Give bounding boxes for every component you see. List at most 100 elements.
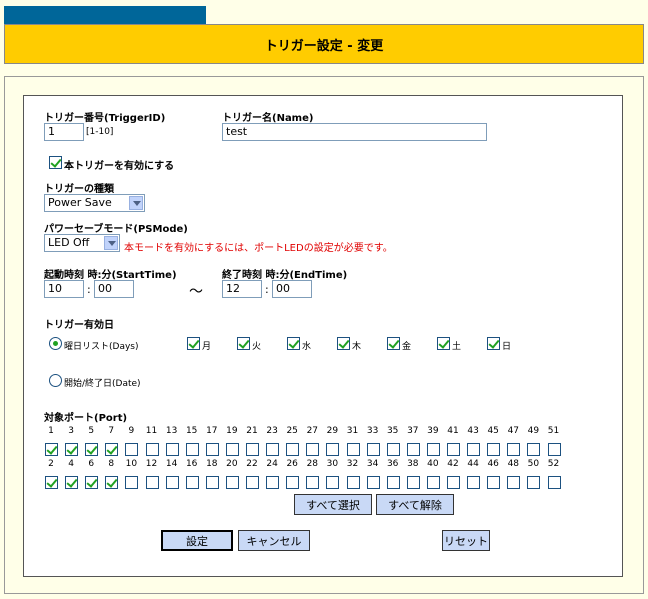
port-checkbox[interactable]: [507, 443, 521, 456]
port-checkbox[interactable]: [527, 443, 541, 456]
port-checkbox[interactable]: [185, 443, 199, 456]
port-number: 44: [467, 459, 479, 469]
port-checkbox[interactable]: [447, 443, 460, 456]
psmode-select[interactable]: LED Off: [44, 234, 120, 252]
start-minute-input[interactable]: 00: [94, 280, 134, 298]
port-number: 21: [246, 426, 258, 436]
day-mon-checkbox[interactable]: [187, 337, 200, 350]
end-hour-input[interactable]: 12: [222, 280, 262, 298]
port-checkbox[interactable]: [85, 476, 99, 489]
port-checkbox[interactable]: [346, 443, 360, 456]
port-number: 36: [386, 459, 399, 469]
port-checkbox[interactable]: [266, 443, 280, 456]
end-minute-input[interactable]: 00: [272, 280, 312, 298]
date-range-radio[interactable]: [49, 374, 62, 387]
port-checkbox[interactable]: [85, 443, 99, 456]
port-checkbox[interactable]: [266, 476, 280, 489]
day-sun-checkbox[interactable]: [487, 337, 500, 350]
port-checkbox[interactable]: [447, 476, 460, 489]
port-checkbox[interactable]: [45, 476, 58, 489]
port-number: 41: [447, 426, 459, 436]
port-checkbox[interactable]: [487, 443, 501, 456]
port-number: 6: [88, 459, 95, 469]
cancel-button[interactable]: キャンセル: [238, 530, 310, 551]
reset-button[interactable]: リセット: [442, 530, 490, 551]
port-checkbox[interactable]: [487, 476, 501, 489]
port-checkbox[interactable]: [426, 476, 440, 489]
port-checkbox[interactable]: [346, 476, 360, 489]
port-checkbox[interactable]: [527, 476, 541, 489]
port-checkbox[interactable]: [286, 443, 300, 456]
port-checkbox[interactable]: [326, 476, 340, 489]
select-all-button[interactable]: すべて選択: [294, 494, 372, 515]
port-number: 2: [48, 459, 54, 469]
port-number: 10: [125, 459, 138, 469]
date-range-label: 開始/終了日(Date): [64, 379, 141, 389]
trigger-type-select[interactable]: Power Save: [44, 194, 145, 212]
port-number: 42: [447, 459, 459, 469]
port-checkbox[interactable]: [145, 443, 159, 456]
time-range-tilde: ～: [189, 284, 203, 300]
port-checkbox[interactable]: [326, 443, 340, 456]
port-checkbox[interactable]: [547, 476, 561, 489]
trigger-id-input[interactable]: 1: [44, 123, 84, 141]
port-checkbox[interactable]: [246, 443, 259, 456]
day-wed-checkbox[interactable]: [287, 337, 300, 350]
port-number: 24: [266, 459, 278, 469]
port-number: 40: [427, 459, 439, 469]
port-number: 27: [306, 426, 319, 436]
trigger-name-input[interactable]: test: [222, 123, 487, 141]
day-tue-checkbox[interactable]: [237, 337, 250, 350]
port-checkbox[interactable]: [246, 476, 259, 489]
port-checkbox[interactable]: [306, 476, 320, 489]
port-checkbox[interactable]: [366, 443, 380, 456]
port-number: 52: [547, 459, 560, 469]
port-checkbox[interactable]: [426, 443, 440, 456]
port-checkbox[interactable]: [65, 476, 79, 489]
port-number: 31: [346, 426, 359, 436]
port-checkbox[interactable]: [125, 443, 139, 456]
port-checkbox[interactable]: [165, 476, 179, 489]
port-checkbox[interactable]: [145, 476, 159, 489]
port-checkbox[interactable]: [306, 443, 320, 456]
port-checkbox[interactable]: [205, 443, 219, 456]
port-checkbox[interactable]: [406, 443, 420, 456]
port-checkbox[interactable]: [507, 476, 521, 489]
port-number: 3: [68, 426, 74, 436]
port-checkbox[interactable]: [65, 443, 79, 456]
days-list-radio[interactable]: [49, 337, 62, 350]
port-checkbox[interactable]: [467, 476, 481, 489]
days-list-label: 曜日リスト(Days): [64, 342, 139, 352]
port-checkbox[interactable]: [125, 476, 139, 489]
clear-all-button[interactable]: すべて解除: [376, 494, 454, 515]
port-checkbox[interactable]: [185, 476, 199, 489]
port-number: 17: [206, 426, 218, 436]
port-checkbox[interactable]: [467, 443, 481, 456]
port-checkbox[interactable]: [225, 443, 239, 456]
port-checkbox[interactable]: [205, 476, 219, 489]
port-checkbox[interactable]: [386, 476, 400, 489]
day-fri-label: 金: [402, 342, 412, 352]
port-number: 45: [487, 426, 499, 436]
port-checkbox[interactable]: [165, 443, 179, 456]
start-hour-input[interactable]: 10: [44, 280, 84, 298]
port-checkbox[interactable]: [286, 476, 300, 489]
port-checkbox[interactable]: [547, 443, 561, 456]
submit-button[interactable]: 設定: [161, 530, 233, 551]
trigger-type-label: トリガーの種類: [44, 184, 114, 195]
day-sat-checkbox[interactable]: [437, 337, 450, 350]
port-checkbox[interactable]: [386, 443, 400, 456]
day-fri-checkbox[interactable]: [387, 337, 400, 350]
port-checkbox[interactable]: [406, 476, 420, 489]
port-checkbox[interactable]: [225, 476, 239, 489]
port-checkbox[interactable]: [105, 476, 119, 489]
port-checkbox[interactable]: [45, 443, 58, 456]
port-checkbox[interactable]: [366, 476, 380, 489]
days-section-label: トリガー有効日: [44, 320, 114, 331]
day-thu-checkbox[interactable]: [337, 337, 350, 350]
enable-trigger-checkbox[interactable]: [49, 156, 62, 169]
trigger-name-label: トリガー名(Name): [222, 113, 314, 124]
day-wed-label: 水: [302, 342, 312, 352]
port-checkbox[interactable]: [105, 443, 119, 456]
port-number: 37: [407, 426, 419, 436]
